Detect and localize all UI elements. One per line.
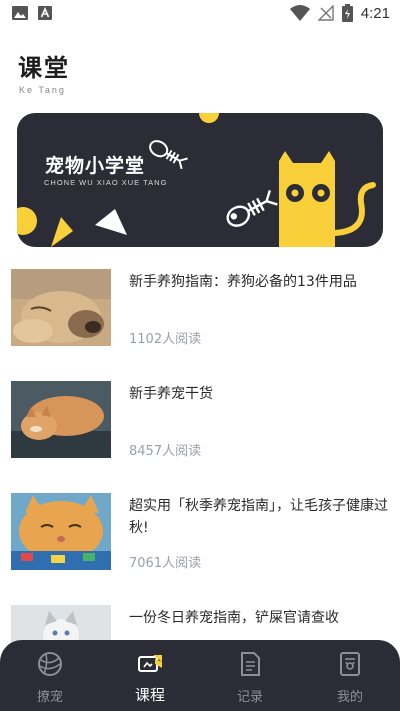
image-icon [12,6,28,20]
page-header: 课堂 Ke Tang [18,48,70,95]
promo-banner[interactable]: 宠物小学堂 CHONE WU XIAO XUE TANG [17,113,383,247]
article-thumbnail [11,493,111,570]
tab-mine[interactable]: 我的 [300,650,400,706]
course-icon [138,655,162,672]
status-bar: 4:21 [0,0,400,28]
banner-illustration [17,113,376,247]
article-read-count: 1102人阅读 [129,332,202,347]
tab-liao-chong[interactable]: 撩宠 [0,650,100,706]
tab-course[interactable]: 课程 [100,650,200,706]
font-icon [38,6,52,20]
tab-label: 撩宠 [36,690,63,705]
battery-icon [341,4,353,22]
article-read-count: 8457人阅读 [129,444,202,459]
signal-icon [317,5,334,21]
article-title: 超实用「秋季养宠指南」，让毛孩子健康过秋! [129,498,388,536]
bottom-tab-bar: 撩宠 课程 记录 我的 [0,640,400,711]
document-icon [241,652,260,676]
article-read-count: 7061人阅读 [129,556,202,571]
article-item[interactable]: 超实用「秋季养宠指南」，让毛孩子健康过秋! 7061人阅读 [11,493,391,573]
tab-label: 我的 [336,690,363,705]
tab-label: 课程 [134,686,165,704]
article-title: 一份冬日养宠指南，铲屎官请查收 [129,610,339,626]
page-title: 课堂 [18,54,70,82]
article-item[interactable]: 新手养狗指南：养狗必备的13件用品 1102人阅读 [11,269,391,349]
tab-label: 记录 [236,690,263,705]
article-thumbnail [11,269,111,346]
wifi-icon [289,5,310,21]
article-title: 新手养宠干货 [129,386,213,402]
status-time: 4:21 [360,4,390,22]
tab-records[interactable]: 记录 [200,650,300,706]
article-item[interactable]: 新手养宠干货 8457人阅读 [11,381,391,461]
profile-card-icon [340,652,360,676]
yarn-ball-icon [38,652,62,676]
article-thumbnail [11,381,111,458]
article-title: 新手养狗指南：养狗必备的13件用品 [129,274,357,290]
page-subtitle: Ke Tang [19,85,66,95]
